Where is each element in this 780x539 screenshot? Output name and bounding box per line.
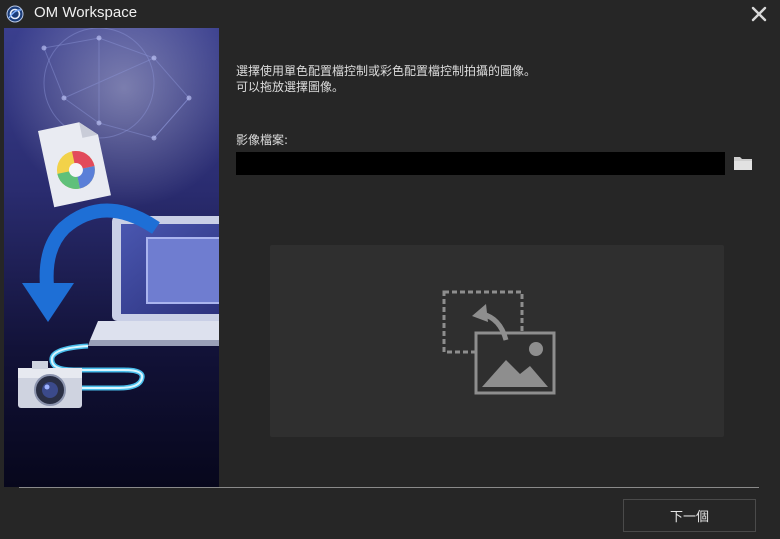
image-drop-icon xyxy=(442,290,556,395)
window-title: OM Workspace xyxy=(34,4,138,21)
instruction-text: 選擇使用單色配置檔控制或彩色配置檔控制拍攝的圖像。 可以拖放選擇圖像。 xyxy=(236,63,536,95)
om-workspace-logo-icon xyxy=(6,5,24,23)
instruction-line-2: 可以拖放選擇圖像。 xyxy=(236,80,345,94)
image-file-label: 影像檔案: xyxy=(236,133,289,147)
image-drop-zone[interactable] xyxy=(270,245,724,437)
side-illustration xyxy=(4,28,219,487)
title-bar: OM Workspace xyxy=(0,0,780,28)
next-button[interactable]: 下一個 xyxy=(623,499,756,532)
image-file-field[interactable] xyxy=(236,152,725,175)
footer-divider xyxy=(19,487,759,488)
close-icon[interactable] xyxy=(750,5,768,23)
instruction-line-1: 選擇使用單色配置檔控制或彩色配置檔控制拍攝的圖像。 xyxy=(236,64,537,78)
folder-icon[interactable] xyxy=(732,153,754,173)
